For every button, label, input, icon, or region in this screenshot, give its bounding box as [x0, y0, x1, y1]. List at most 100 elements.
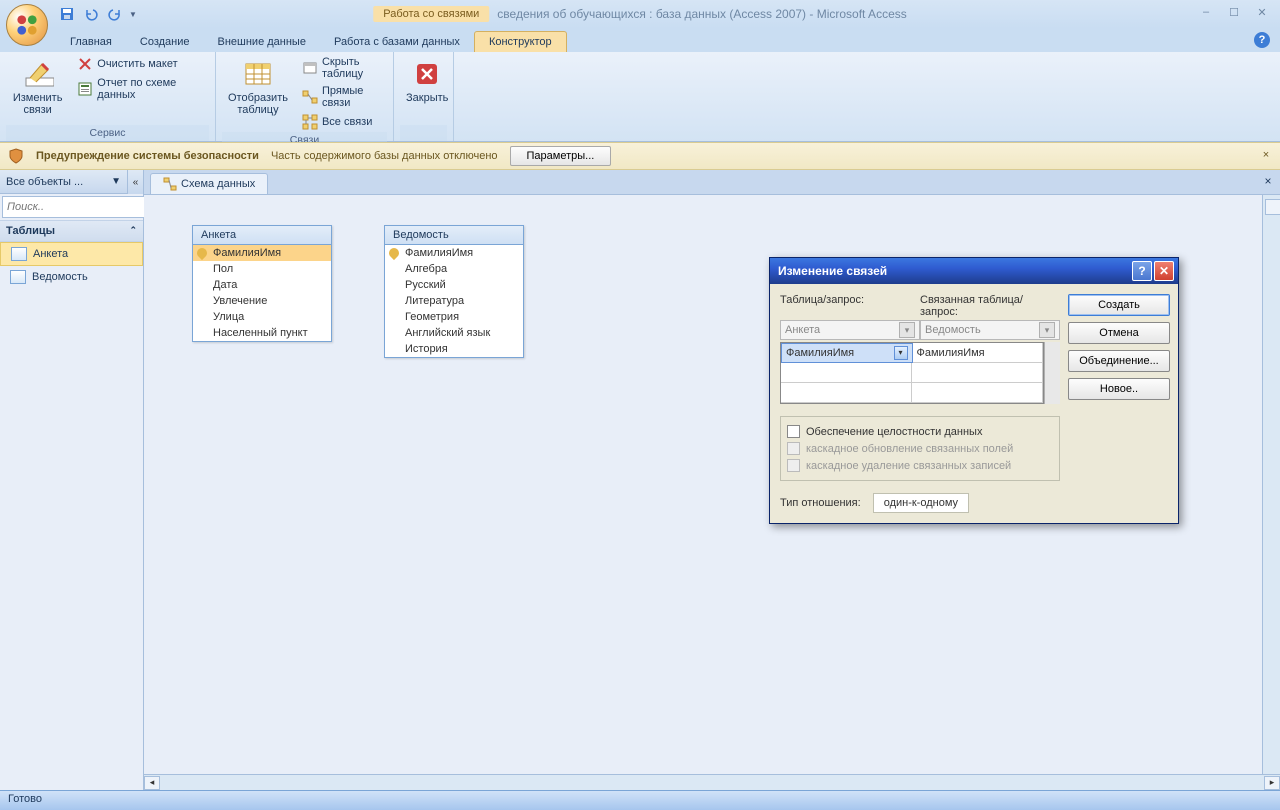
close-design-button[interactable]: Закрыть	[400, 54, 454, 108]
table-field-pk[interactable]: ФамилияИмя	[193, 245, 331, 261]
table-field[interactable]: Геометрия	[385, 309, 523, 325]
all-relationships-button[interactable]: Все связи	[298, 112, 387, 132]
edit-relationships-button[interactable]: Изменить связи	[6, 54, 69, 120]
clear-layout-button[interactable]: Очистить макет	[73, 54, 209, 74]
check-cascade-delete: каскадное удаление связанных записей	[787, 457, 1053, 474]
table-field[interactable]: Английский язык	[385, 325, 523, 341]
relationships-icon	[163, 177, 177, 191]
table-box-anketa[interactable]: Анкета ФамилияИмя Пол Дата Увлечение Ули…	[192, 225, 332, 342]
security-options-button[interactable]: Параметры...	[510, 146, 612, 166]
undo-icon[interactable]	[80, 3, 102, 25]
scroll-left-icon[interactable]: ◂	[144, 776, 160, 790]
table-field[interactable]: Увлечение	[193, 293, 331, 309]
chevron-down-icon: ▾	[894, 346, 908, 360]
scroll-right-icon[interactable]: ▸	[1264, 776, 1280, 790]
tab-design[interactable]: Конструктор	[474, 31, 567, 52]
grid-cell-right-field[interactable]: ФамилияИмя	[913, 343, 1044, 363]
dialog-close-button[interactable]: ✕	[1154, 261, 1174, 281]
document-tabs: Схема данных ×	[144, 170, 1280, 194]
chevron-down-icon: ▼	[111, 176, 121, 187]
clear-layout-label: Очистить макет	[97, 58, 177, 70]
dialog-title-text: Изменение связей	[778, 264, 887, 278]
cancel-button[interactable]: Отмена	[1068, 322, 1170, 344]
collapse-icon: ⌃	[129, 225, 137, 237]
fields-grid: ФамилияИмя▾ ФамилияИмя	[780, 342, 1044, 404]
table-box-vedomost[interactable]: Ведомость ФамилияИмя Алгебра Русский Лит…	[384, 225, 524, 358]
dialog-help-button[interactable]: ?	[1132, 261, 1152, 281]
create-button[interactable]: Создать	[1068, 294, 1170, 316]
table-field[interactable]: Населенный пункт	[193, 325, 331, 341]
doc-close-button[interactable]: ×	[1260, 174, 1276, 190]
vertical-scrollbar[interactable]	[1262, 195, 1280, 774]
table-field[interactable]: Дата	[193, 277, 331, 293]
tab-database-tools[interactable]: Работа с базами данных	[320, 32, 474, 52]
grid-cell-empty[interactable]	[912, 363, 1043, 383]
edit-relationships-dialog: Изменение связей ? ✕ Таблица/запрос: Свя…	[769, 257, 1179, 524]
relationships-canvas[interactable]: Анкета ФамилияИмя Пол Дата Увлечение Ули…	[144, 194, 1280, 774]
nav-search-input[interactable]	[2, 196, 155, 218]
table-field[interactable]: Алгебра	[385, 261, 523, 277]
group-service-label: Сервис	[6, 125, 209, 141]
table-icon	[11, 247, 27, 261]
doc-tab-schema[interactable]: Схема данных	[150, 173, 268, 194]
direct-relationships-button[interactable]: Прямые связи	[298, 83, 387, 111]
combo-right-value: Ведомость	[925, 324, 981, 336]
nav-header[interactable]: Все объекты ... ▼	[0, 170, 127, 194]
tab-external-data[interactable]: Внешние данные	[204, 32, 320, 52]
integrity-options: Обеспечение целостности данных каскадное…	[780, 416, 1060, 481]
grid-cell-empty[interactable]	[781, 383, 912, 403]
table-field[interactable]: История	[385, 341, 523, 357]
combo-left-table[interactable]: Анкета▾	[780, 320, 920, 340]
security-close-icon[interactable]: ×	[1258, 149, 1274, 165]
quick-access-toolbar: ▼	[56, 3, 138, 25]
shield-icon	[8, 148, 24, 164]
label-related-table: Связанная таблица/запрос:	[920, 294, 1060, 318]
maximize-button[interactable]: ☐	[1222, 4, 1246, 20]
save-icon[interactable]	[56, 3, 78, 25]
office-button[interactable]	[6, 4, 48, 46]
status-text: Готово	[8, 793, 42, 805]
dialog-titlebar[interactable]: Изменение связей ? ✕	[770, 258, 1178, 284]
close-button[interactable]: ✕	[1250, 4, 1274, 20]
qat-customize-icon[interactable]: ▼	[128, 3, 138, 25]
grid-scrollbar[interactable]	[1044, 342, 1060, 404]
combo-right-table[interactable]: Ведомость▾	[920, 320, 1060, 340]
hide-table-button[interactable]: Скрыть таблицу	[298, 54, 387, 82]
table-icon	[10, 270, 26, 284]
doc-tab-label: Схема данных	[181, 178, 255, 190]
table-field[interactable]: Русский	[385, 277, 523, 293]
join-type-button[interactable]: Объединение...	[1068, 350, 1170, 372]
relationship-report-button[interactable]: Отчет по схеме данных	[73, 75, 209, 103]
show-table-button[interactable]: Отобразить таблицу	[222, 54, 294, 120]
chevron-down-icon: ▾	[899, 322, 915, 338]
new-button[interactable]: Новое..	[1068, 378, 1170, 400]
grid-cell-empty[interactable]	[912, 383, 1043, 403]
table-field[interactable]: Пол	[193, 261, 331, 277]
tab-create[interactable]: Создание	[126, 32, 204, 52]
table-field[interactable]: Улица	[193, 309, 331, 325]
table-field[interactable]: Литература	[385, 293, 523, 309]
nav-collapse-button[interactable]: «	[127, 170, 143, 194]
main-area: Все объекты ... ▼ « Таблицы ⌃ Анкета Вед…	[0, 170, 1280, 790]
redo-icon[interactable]	[104, 3, 126, 25]
help-icon[interactable]: ?	[1254, 32, 1270, 48]
minimize-button[interactable]: –	[1194, 4, 1218, 20]
check-enforce-integrity[interactable]: Обеспечение целостности данных	[787, 423, 1053, 440]
window-controls: – ☐ ✕	[1194, 4, 1274, 20]
nav-category-tables[interactable]: Таблицы ⌃	[0, 220, 143, 242]
direct-relationships-label: Прямые связи	[322, 85, 383, 109]
nav-item-anketa[interactable]: Анкета	[0, 242, 143, 266]
security-warning-bar: Предупреждение системы безопасности Част…	[0, 142, 1280, 170]
grid-cell-empty[interactable]	[781, 363, 912, 383]
checkbox-icon	[787, 459, 800, 472]
show-table-label: Отобразить таблицу	[228, 92, 288, 116]
tab-home[interactable]: Главная	[56, 32, 126, 52]
check-cascade-update: каскадное обновление связанных полей	[787, 440, 1053, 457]
horizontal-scrollbar[interactable]: ◂ ▸	[144, 774, 1280, 790]
nav-search	[2, 196, 141, 218]
checkbox-icon	[787, 425, 800, 438]
relationship-report-label: Отчет по схеме данных	[97, 77, 205, 101]
table-field-pk[interactable]: ФамилияИмя	[385, 245, 523, 261]
nav-item-vedomost[interactable]: Ведомость	[0, 266, 143, 288]
grid-cell-left-field[interactable]: ФамилияИмя▾	[781, 343, 913, 363]
